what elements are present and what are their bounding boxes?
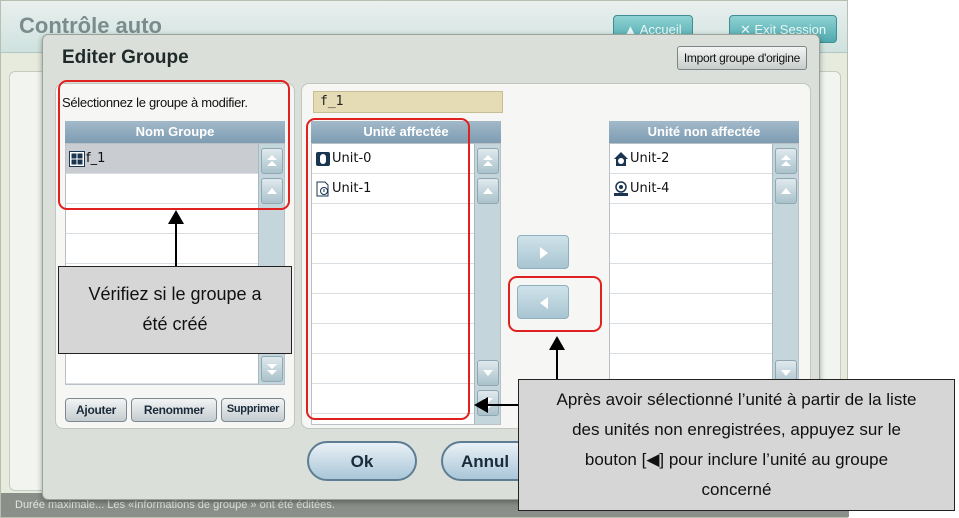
remove-unit-button[interactable] (517, 235, 569, 269)
group-list-highlight (58, 80, 290, 210)
unassigned-unit-row-empty (610, 234, 798, 264)
scroll-up-button[interactable] (775, 178, 797, 204)
group-name-field[interactable]: f_1 (313, 91, 503, 113)
assign-button-highlight (508, 276, 602, 332)
up-pointer-arrow-icon (168, 210, 184, 224)
down-arrow-icon (483, 370, 493, 376)
callout-verify-group: Vérifiez si le groupe a été créé (58, 266, 292, 354)
up-arrow-icon (483, 188, 493, 194)
unassigned-unit-row[interactable]: Unit-4 (610, 174, 798, 204)
group-row-empty (66, 354, 284, 384)
scroll-down-button[interactable] (477, 360, 499, 386)
double-up-arrow-icon (781, 155, 791, 166)
up-arrow-icon (781, 188, 791, 194)
scroll-up-button[interactable] (477, 178, 499, 204)
import-original-group-button[interactable]: Import groupe d'origine (676, 46, 807, 70)
left-pointer-arrow-icon (474, 397, 488, 413)
double-up-arrow-icon (483, 155, 493, 166)
scroll-top-button[interactable] (477, 148, 499, 174)
callout-right-left-pointer (484, 404, 520, 406)
dialog-title: Editer Groupe (62, 47, 189, 68)
rename-group-button[interactable]: Renommer (131, 398, 217, 422)
unassigned-unit-row-empty (610, 204, 798, 234)
unassigned-unit-row-empty (610, 324, 798, 354)
assigned-units-highlight (306, 118, 470, 420)
assigned-list-scrollbar[interactable] (474, 144, 500, 424)
scroll-top-button[interactable] (775, 148, 797, 174)
unassigned-unit-row-empty (610, 294, 798, 324)
unassigned-unit-row[interactable]: Unit-2 (610, 144, 798, 174)
delete-group-button[interactable]: Supprimer (221, 398, 285, 422)
unassigned-unit-row-empty (610, 264, 798, 294)
ok-button[interactable]: Ok (307, 441, 417, 481)
double-down-arrow-icon (267, 364, 277, 375)
scroll-bottom-button[interactable] (261, 356, 283, 382)
right-arrow-icon (540, 247, 548, 259)
callout-assign-unit: Après avoir sélectionné l’unité à partir… (518, 379, 955, 511)
awhp-unit-icon (614, 181, 628, 196)
house-unit-icon (614, 152, 628, 166)
callout-right-pointer (556, 346, 558, 380)
down-arrow-icon (781, 370, 791, 376)
up-pointer-arrow-icon (549, 336, 565, 350)
unassigned-units-header: Unité non affectée (609, 121, 799, 143)
add-group-button[interactable]: Ajouter (65, 398, 127, 422)
callout-left-pointer (175, 220, 177, 266)
